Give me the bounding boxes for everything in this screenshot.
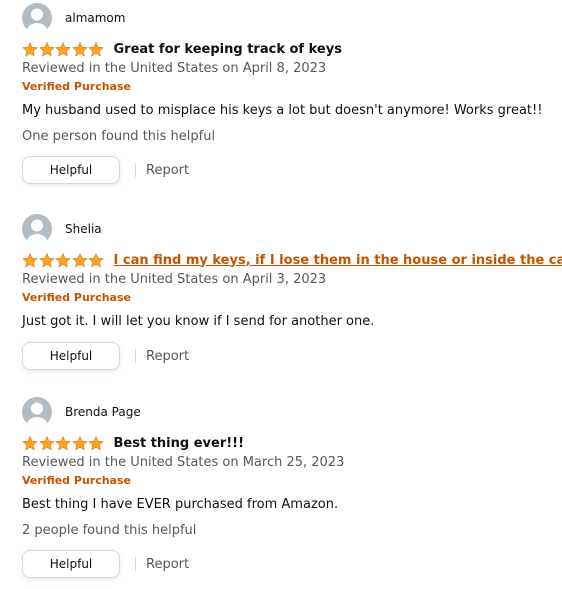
review-card: almamom Great for keeping track of keys … bbox=[22, 3, 552, 184]
star-rating[interactable] bbox=[22, 41, 105, 57]
star-icon bbox=[88, 252, 104, 268]
reviewer-profile[interactable]: Shelia bbox=[22, 214, 552, 244]
review-title[interactable]: Best thing ever!!! bbox=[114, 436, 245, 451]
star-icon bbox=[38, 252, 55, 268]
verified-purchase-badge[interactable]: Verified Purchase bbox=[22, 79, 552, 95]
star-icon bbox=[22, 252, 38, 268]
review-card: Brenda Page Best thing ever!!! Reviewed … bbox=[22, 397, 552, 578]
divider bbox=[135, 163, 136, 177]
verified-purchase-badge[interactable]: Verified Purchase bbox=[22, 473, 552, 489]
helpful-button[interactable]: Helpful bbox=[22, 156, 120, 184]
reviewer-name: almamom bbox=[65, 11, 126, 25]
review-date: Reviewed in the United States on April 8… bbox=[22, 61, 327, 76]
star-icon bbox=[55, 435, 71, 451]
star-icon bbox=[22, 435, 38, 451]
review-title-link[interactable]: I can find my keys, if I lose them in th… bbox=[114, 253, 562, 268]
helpful-count: 2 people found this helpful bbox=[22, 523, 197, 538]
review-title[interactable]: Great for keeping track of keys bbox=[114, 42, 342, 57]
star-icon bbox=[71, 41, 88, 57]
review-date: Reviewed in the United States on April 3… bbox=[22, 272, 327, 287]
review-body: Just got it. I will let you know if I se… bbox=[22, 314, 375, 329]
reviewer-profile[interactable]: Brenda Page bbox=[22, 397, 552, 427]
divider bbox=[135, 557, 136, 571]
report-link[interactable]: Report bbox=[146, 163, 189, 178]
helpful-count: One person found this helpful bbox=[22, 129, 216, 144]
star-icon bbox=[88, 435, 104, 451]
helpful-button[interactable]: Helpful bbox=[22, 550, 120, 578]
review-body: Best thing I have EVER purchased from Am… bbox=[22, 497, 339, 512]
star-icon bbox=[22, 41, 38, 57]
default-avatar-icon bbox=[22, 3, 52, 33]
review-date: Reviewed in the United States on March 2… bbox=[22, 455, 345, 470]
star-icon bbox=[71, 435, 88, 451]
star-icon bbox=[55, 252, 71, 268]
star-icon bbox=[38, 41, 55, 57]
verified-purchase-badge[interactable]: Verified Purchase bbox=[22, 290, 552, 306]
default-avatar-icon bbox=[22, 397, 52, 427]
reviewer-name: Shelia bbox=[65, 222, 102, 236]
star-icon bbox=[88, 41, 104, 57]
reviewer-name: Brenda Page bbox=[65, 405, 141, 419]
helpful-button[interactable]: Helpful bbox=[22, 342, 120, 370]
divider bbox=[135, 349, 136, 363]
star-icon bbox=[55, 41, 71, 57]
star-icon bbox=[38, 435, 55, 451]
default-avatar-icon bbox=[22, 214, 52, 244]
report-link[interactable]: Report bbox=[146, 349, 189, 364]
reviewer-profile[interactable]: almamom bbox=[22, 3, 552, 33]
review-card: Shelia I can find my keys, if I lose the… bbox=[22, 214, 562, 370]
review-body: My husband used to misplace his keys a l… bbox=[22, 103, 543, 118]
star-rating[interactable] bbox=[22, 435, 105, 451]
star-icon bbox=[71, 252, 88, 268]
star-rating[interactable] bbox=[22, 252, 105, 268]
report-link[interactable]: Report bbox=[146, 557, 189, 572]
